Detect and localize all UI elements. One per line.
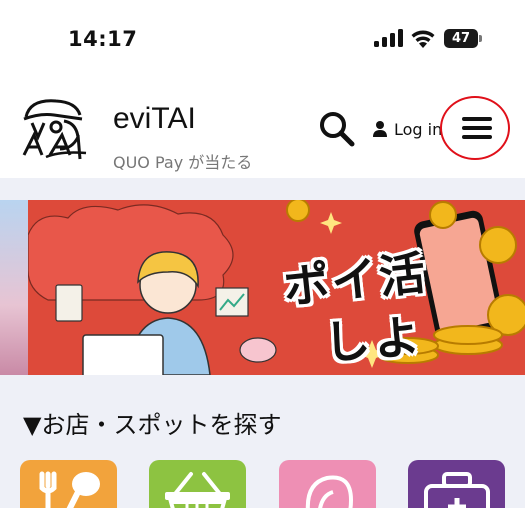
site-header: eviTAI QUO Pay が当たる Log in [0,80,525,178]
search-icon[interactable] [318,110,356,148]
section-title: ▼お店・スポットを探す [23,411,282,439]
category-beauty[interactable] [279,460,376,508]
main-content: ポイ活 しよう！ ▼お店・スポットを探す [0,178,525,508]
category-medical[interactable] [408,460,505,508]
status-bar: 14:17 47 [0,0,525,80]
status-time: 14:17 [68,27,138,51]
category-shopping[interactable] [149,460,246,508]
category-restaurant[interactable] [20,460,117,508]
user-icon [373,121,387,137]
login-label: Log in [394,119,443,139]
banner-image: ポイ活 しよう！ [28,200,525,375]
promo-banner[interactable]: ポイ活 しよう！ [0,200,525,375]
logo-icon[interactable] [20,93,92,161]
restaurant-icon [39,471,100,508]
medical-bag-icon [424,472,490,508]
shopping-basket-icon [165,472,230,508]
battery-level: 47 [451,31,471,46]
banner-headline-line2: しよう！ [322,309,430,375]
banner-side-image [0,200,28,375]
wifi-icon [411,30,435,48]
hamburger-menu-icon[interactable] [462,117,492,139]
beauty-icon [305,475,354,508]
site-title[interactable]: eviTAI [113,102,196,136]
site-tagline: QUO Pay が当たる [113,153,253,172]
cellular-signal-icon [374,29,404,47]
battery-nub [479,35,482,42]
login-button[interactable]: Log in [372,118,442,140]
battery-indicator: 47 [444,29,478,48]
